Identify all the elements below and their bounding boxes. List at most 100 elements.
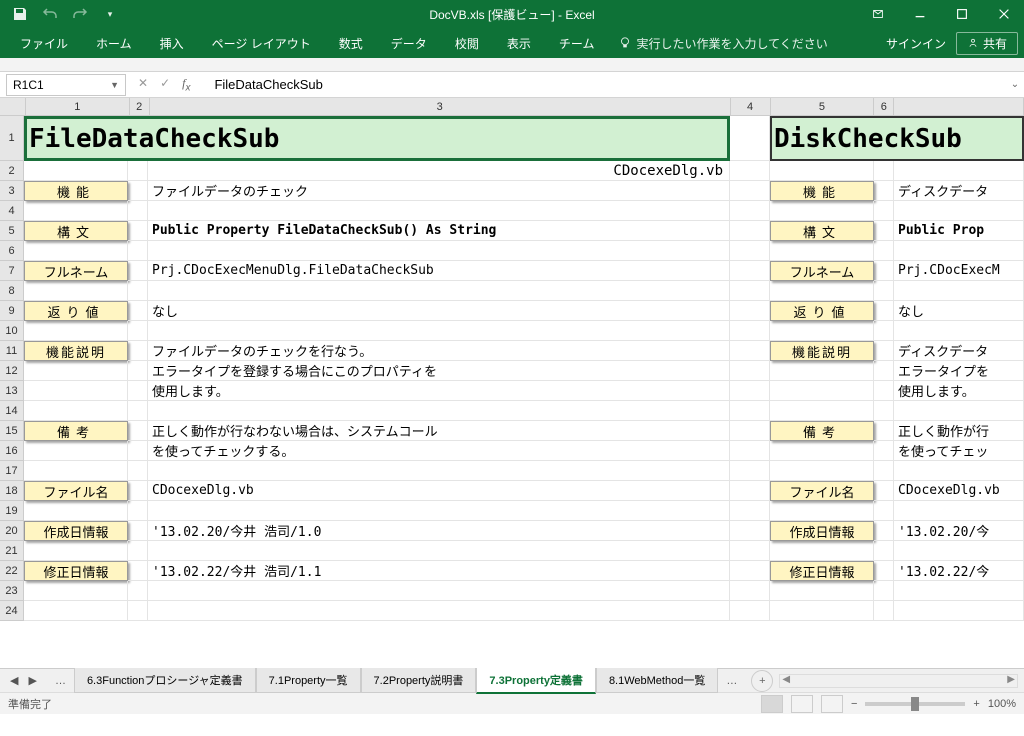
view-page-layout-icon[interactable] <box>791 695 813 713</box>
tab-formulas[interactable]: 数式 <box>325 28 377 58</box>
label-file-r[interactable]: ファイル名 <box>770 481 874 501</box>
scroll-right-icon[interactable]: ▶ <box>1007 674 1015 685</box>
label-remark-r[interactable]: 備考 <box>770 421 874 441</box>
value-remark1-r[interactable]: 正しく動作が行 <box>894 421 1024 441</box>
maximize-button[interactable] <box>942 0 982 28</box>
cell[interactable] <box>730 161 770 181</box>
cell[interactable] <box>730 341 770 361</box>
sheet-tab[interactable]: 6.3Functionプロシージャ定義書 <box>74 668 256 693</box>
label-syntax-r[interactable]: 構文 <box>770 221 874 241</box>
cell[interactable] <box>24 321 128 341</box>
row-header[interactable]: 2 <box>0 161 24 181</box>
cell[interactable] <box>148 461 730 481</box>
label-return[interactable]: 返り値 <box>24 301 128 321</box>
cell[interactable] <box>128 201 148 221</box>
cell[interactable] <box>128 601 148 621</box>
row-header[interactable]: 19 <box>0 501 24 521</box>
value-remark2[interactable]: を使ってチェックする。 <box>148 441 730 461</box>
cell[interactable] <box>730 521 770 541</box>
row-header[interactable]: 14 <box>0 401 24 421</box>
row-header[interactable]: 17 <box>0 461 24 481</box>
cell[interactable] <box>874 381 894 401</box>
value-fullname-r[interactable]: Prj.CDocExecM <box>894 261 1024 281</box>
sheet-tab[interactable]: 7.1Property一覧 <box>256 668 361 693</box>
cell[interactable] <box>730 241 770 261</box>
cell[interactable] <box>128 461 148 481</box>
cell[interactable] <box>770 441 874 461</box>
cell[interactable] <box>894 161 1024 181</box>
cell[interactable] <box>24 201 128 221</box>
cell[interactable] <box>730 561 770 581</box>
cell[interactable] <box>730 461 770 481</box>
cell[interactable] <box>874 301 894 321</box>
sheet-nav-prev-icon[interactable]: ◀ <box>10 674 18 687</box>
cell[interactable] <box>128 581 148 601</box>
value-desc3-r[interactable]: 使用します。 <box>894 381 1024 401</box>
label-return-r[interactable]: 返り値 <box>770 301 874 321</box>
cell[interactable] <box>730 541 770 561</box>
cell[interactable] <box>24 241 128 261</box>
label-fullname-r[interactable]: フルネーム <box>770 261 874 281</box>
cell[interactable] <box>128 361 148 381</box>
cell[interactable] <box>894 581 1024 601</box>
cell[interactable] <box>730 401 770 421</box>
cell[interactable] <box>874 561 894 581</box>
cell[interactable] <box>24 381 128 401</box>
row-header[interactable]: 3 <box>0 181 24 201</box>
cell[interactable] <box>148 601 730 621</box>
value-fullname[interactable]: Prj.CDocExecMenuDlg.FileDataCheckSub <box>148 261 730 281</box>
cell[interactable] <box>24 601 128 621</box>
tab-data[interactable]: データ <box>377 28 441 58</box>
cell[interactable] <box>730 221 770 241</box>
cell[interactable] <box>730 181 770 201</box>
cell[interactable] <box>148 541 730 561</box>
cell[interactable] <box>770 321 874 341</box>
cell[interactable] <box>24 441 128 461</box>
cell[interactable] <box>874 221 894 241</box>
sheet-nav-next-icon[interactable]: ▶ <box>28 674 36 687</box>
cell[interactable] <box>874 541 894 561</box>
row-header[interactable]: 16 <box>0 441 24 461</box>
tab-file[interactable]: ファイル <box>6 28 82 58</box>
cell[interactable] <box>894 401 1024 421</box>
cell[interactable] <box>128 401 148 421</box>
value-modified-r[interactable]: '13.02.22/今 <box>894 561 1024 581</box>
cell[interactable] <box>730 481 770 501</box>
col-header[interactable]: 6 <box>874 98 894 116</box>
cell[interactable] <box>874 441 894 461</box>
cell[interactable] <box>24 401 128 421</box>
cell[interactable] <box>874 281 894 301</box>
cell[interactable] <box>128 481 148 501</box>
cell[interactable] <box>730 361 770 381</box>
chevron-down-icon[interactable]: ▼ <box>110 80 119 90</box>
cell[interactable] <box>148 281 730 301</box>
col-header[interactable]: 3 <box>150 98 731 116</box>
cell[interactable] <box>730 261 770 281</box>
name-box[interactable]: R1C1 ▼ <box>6 74 126 96</box>
signin-link[interactable]: サインイン <box>886 35 946 52</box>
cell[interactable] <box>894 541 1024 561</box>
cell[interactable] <box>874 501 894 521</box>
cell[interactable] <box>874 341 894 361</box>
tab-team[interactable]: チーム <box>545 28 609 58</box>
cell[interactable] <box>874 521 894 541</box>
cell-subtitle[interactable]: CDocexeDlg.vb <box>148 161 730 181</box>
select-all-corner[interactable] <box>0 98 26 116</box>
cell[interactable] <box>148 581 730 601</box>
redo-icon[interactable] <box>72 6 88 22</box>
cell[interactable] <box>874 401 894 421</box>
value-remark1[interactable]: 正しく動作が行なわない場合は、システムコール <box>148 421 730 441</box>
cells[interactable]: FileDataCheckSub DiskCheckSub CDocexeDlg… <box>24 116 1024 621</box>
label-desc[interactable]: 機能説明 <box>24 341 128 361</box>
cell[interactable] <box>128 421 148 441</box>
row-header[interactable]: 8 <box>0 281 24 301</box>
cell[interactable] <box>128 261 148 281</box>
cell[interactable] <box>770 241 874 261</box>
cell[interactable] <box>770 461 874 481</box>
label-modified-r[interactable]: 修正日情報 <box>770 561 874 581</box>
cell-title-left[interactable]: FileDataCheckSub <box>24 116 730 161</box>
cell[interactable] <box>874 481 894 501</box>
cell[interactable] <box>770 501 874 521</box>
value-return[interactable]: なし <box>148 301 730 321</box>
cancel-icon[interactable]: ✕ <box>138 76 148 93</box>
